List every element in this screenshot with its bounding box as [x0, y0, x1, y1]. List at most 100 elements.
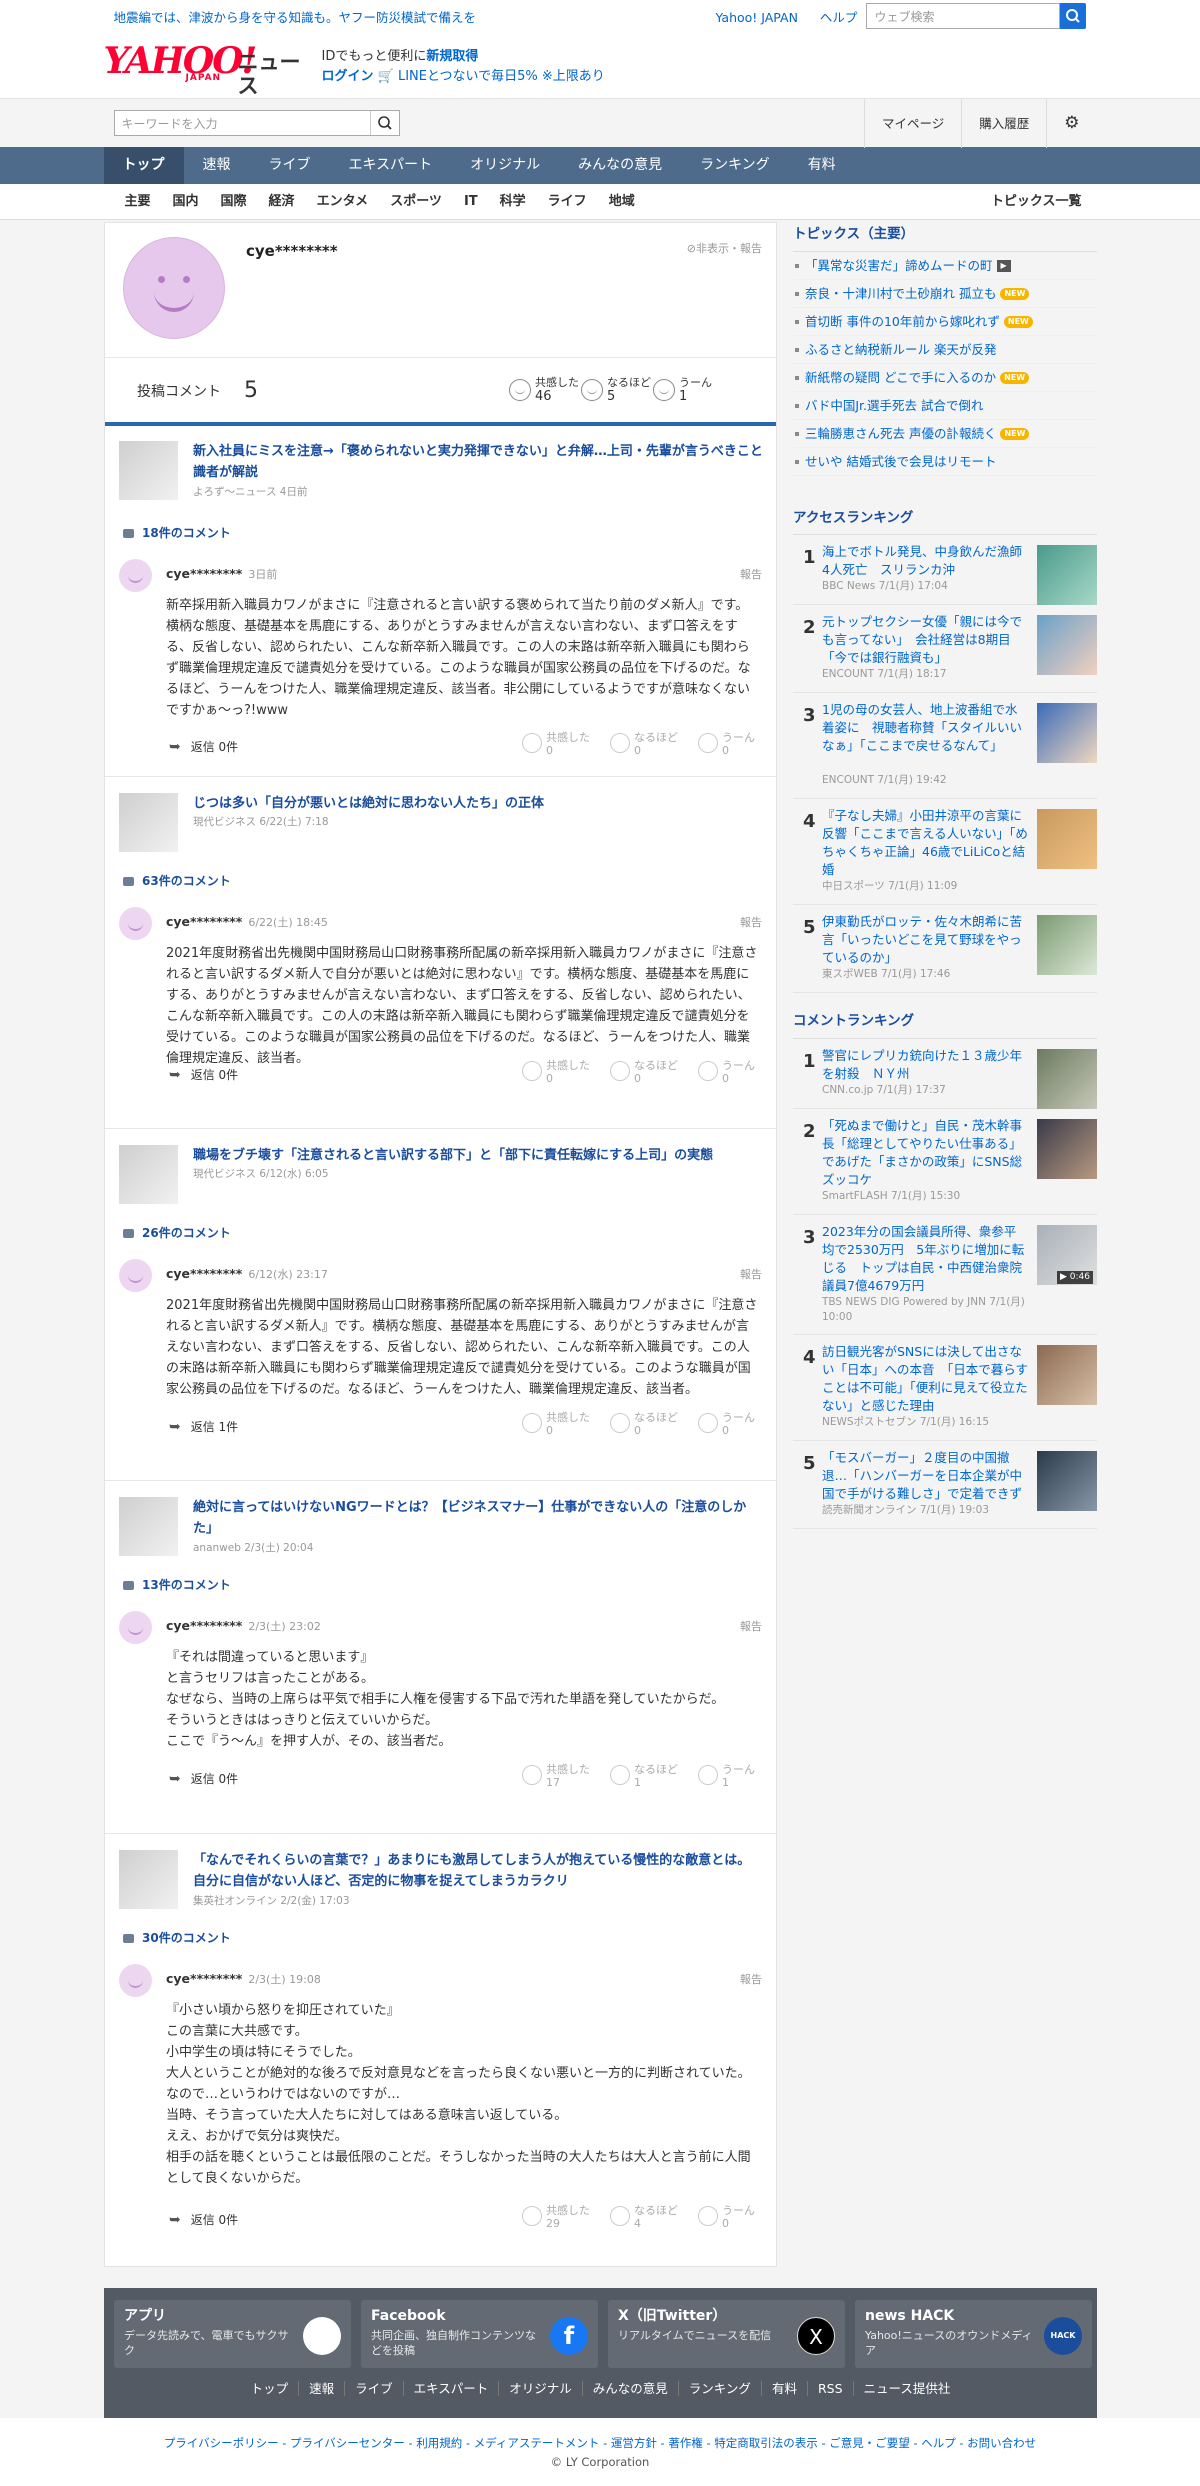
topic-item[interactable]: せいや 結婚式後で会見はリモート — [793, 448, 1097, 476]
comment-user[interactable]: cye******** 2/3(土) 23:02 — [166, 1617, 321, 1635]
uun-button[interactable]: うーん 0 — [698, 1411, 755, 1437]
nav-opinion[interactable]: みんなの意見 — [559, 147, 681, 184]
report-link[interactable]: 報告 — [740, 1267, 762, 1283]
mypage-link[interactable]: マイページ — [863, 99, 961, 148]
comment-user[interactable]: cye******** 6/22(土) 18:45 — [166, 913, 328, 931]
facebook-promo[interactable]: Facebook 共同企画、独自制作コンテンツなどを投稿 f — [361, 2300, 598, 2368]
footer-link[interactable]: ライブ — [344, 2381, 403, 2396]
nav-ranking[interactable]: ランキング — [681, 147, 789, 184]
empathy-button[interactable]: 共感した 0 — [522, 731, 590, 757]
comment-count-link[interactable]: 30件のコメント — [123, 1930, 231, 1947]
ranking-item[interactable]: 2 元トップセクシー女優「親には今でも言ってない」 会社経営は8期目「今では銀行… — [793, 605, 1097, 694]
ranking-item[interactable]: 4 訪日観光客がSNSには決して出さない「日本」への本音 「日本で暮らすことは不… — [793, 1335, 1097, 1441]
uun-button[interactable]: うーん 0 — [698, 731, 755, 757]
newshack-promo[interactable]: news HACK Yahoo!ニュースのオウンドメディア HACK — [855, 2300, 1092, 2368]
nav-live[interactable]: ライブ — [250, 147, 330, 184]
line-promo-link[interactable]: LINEとつないで毎日5% ※上限あり — [398, 69, 605, 84]
article-title-link[interactable]: 新入社員にミスを注意→「褒められないと実力発揮できない」と弁解…上司・先輩が言う… — [193, 441, 776, 483]
cat-entertainment[interactable]: エンタメ — [306, 184, 380, 220]
article-thumbnail[interactable] — [119, 793, 178, 852]
ranking-item[interactable]: 1 警官にレプリカ銃向けた１３歳少年を射殺 ＮＹ州 CNN.co.jp 7/1(… — [793, 1039, 1097, 1109]
x-promo[interactable]: X（旧Twitter） リアルタイムでニュースを配信 X — [608, 2300, 845, 2368]
nav-paid[interactable]: 有料 — [789, 147, 855, 184]
ranking-item[interactable]: 1 海上でボトル発見、中身飲んだ漁師4人死亡 スリランカ沖 BBC News 7… — [793, 535, 1097, 606]
empathy-button[interactable]: 共感した 0 — [522, 1059, 590, 1085]
comment-count-link[interactable]: 18件のコメント — [123, 525, 231, 542]
footer-link[interactable]: ランキング — [677, 2381, 761, 2396]
web-search-input[interactable]: ウェブ検索 — [865, 3, 1060, 29]
nav-original[interactable]: オリジナル — [451, 147, 559, 184]
login-link[interactable]: ログイン — [322, 69, 374, 84]
keyword-search-input[interactable]: キーワードを入力 — [113, 110, 400, 136]
report-link[interactable]: 報告 — [740, 915, 762, 931]
reply-toggle[interactable]: ➥ 返信 0件 — [169, 1065, 238, 1085]
comment-user[interactable]: cye******** 6/12(水) 23:17 — [166, 1265, 328, 1283]
topics-list-link[interactable]: トピックス一覧 — [991, 184, 1082, 220]
comment-count-link[interactable]: 26件のコメント — [123, 1225, 231, 1242]
report-link[interactable]: 報告 — [740, 1972, 762, 1988]
reply-toggle[interactable]: ➥ 返信 1件 — [169, 1417, 238, 1437]
ranking-item[interactable]: 2 「死ぬまで働けと」自民・茂木幹事長「総理としてやりたい仕事ある」であげた「ま… — [793, 1109, 1097, 1215]
purchase-history-link[interactable]: 購入履歴 — [961, 99, 1046, 148]
article-title-link[interactable]: じつは多い「自分が悪いとは絶対に思わない人たち」の正体 — [193, 793, 763, 814]
signup-link[interactable]: 新規取得 — [426, 49, 478, 64]
reply-toggle[interactable]: ➥ 返信 0件 — [169, 737, 238, 757]
topic-item[interactable]: バド中国Jr.選手死去 試合で倒れ — [793, 392, 1097, 420]
report-link[interactable]: 報告 — [740, 1619, 762, 1635]
hide-report-link[interactable]: ⊘非表示・報告 — [687, 241, 762, 257]
ranking-item[interactable]: 5 伊東勤氏がロッテ・佐々木朗希に苦言「いったいどこを見て野球をやっているのか」… — [793, 905, 1097, 994]
report-link[interactable]: 報告 — [740, 567, 762, 583]
nav-top[interactable]: トップ — [103, 147, 184, 184]
naruhodo-button[interactable]: なるほど 0 — [610, 1411, 678, 1437]
empathy-button[interactable]: 共感した 29 — [522, 2204, 590, 2230]
topic-item[interactable]: 「異常な災害だ」諦めムードの町 ▶ — [793, 252, 1097, 280]
footer-link[interactable]: エキスパート — [402, 2381, 499, 2396]
empathy-button[interactable]: 共感した 0 — [522, 1411, 590, 1437]
web-search-button[interactable] — [1059, 3, 1086, 29]
footer-link[interactable]: 速報 — [298, 2381, 345, 2396]
cat-local[interactable]: 地域 — [598, 184, 646, 220]
article-thumbnail[interactable] — [119, 1850, 178, 1909]
yahoo-news-logo[interactable]: YAHOO! JAPAN ニュース — [104, 43, 316, 98]
ranking-item[interactable]: 5 「モスバーガー」２度目の中国撤退…「ハンバーガーを日本企業が中国で手がける難… — [793, 1441, 1097, 1529]
article-title-link[interactable]: 「なんでそれくらいの言葉で？」あまりにも激昂してしまう人が抱えている慢性的な敵意… — [193, 1850, 763, 1892]
app-promo[interactable]: アプリ データ先読みで、電車でもサクサク — [114, 2300, 351, 2368]
naruhodo-button[interactable]: なるほど 0 — [610, 1059, 678, 1085]
comment-count-link[interactable]: 63件のコメント — [123, 873, 231, 890]
nav-expert[interactable]: エキスパート — [330, 147, 452, 184]
ranking-item[interactable]: 3 2023年分の国会議員所得、衆参平均で2530万円 5年ぶりに増加に転じる … — [793, 1215, 1097, 1335]
topic-item[interactable]: 三輪勝恵さん死去 声優の訃報続く NEW — [793, 420, 1097, 448]
comment-user[interactable]: cye******** 3日前 — [166, 565, 277, 583]
article-title-link[interactable]: 職場をブチ壊す「注意されると言い訳する部下」と「部下に責任転嫁にする上司」の実態 — [193, 1145, 763, 1166]
article-title-link[interactable]: 絶対に言ってはいけないNGワードとは？【ビジネスマナー】仕事ができない人の「注意… — [193, 1497, 763, 1539]
comment-user[interactable]: cye******** 2/3(土) 19:08 — [166, 1970, 321, 1988]
uun-button[interactable]: うーん 1 — [698, 1763, 755, 1789]
naruhodo-button[interactable]: なるほど 4 — [610, 2204, 678, 2230]
uun-button[interactable]: うーん 0 — [698, 2204, 755, 2230]
cat-world[interactable]: 国際 — [210, 184, 258, 220]
ranking-item[interactable]: 4 『子なし夫婦』小田井涼平の言葉に反響「ここまで言える人いない」「めちゃくちゃ… — [793, 799, 1097, 906]
topic-item[interactable]: 奈良・十津川村で土砂崩れ 孤立も NEW — [793, 280, 1097, 308]
nav-breaking[interactable]: 速報 — [184, 147, 250, 184]
footer-link[interactable]: ニュース提供社 — [852, 2381, 961, 2396]
ranking-item[interactable]: 3 1児の母の女芸人、地上波番組で水着姿に 視聴者称賛「スタイルいいなぁ」「ここ… — [793, 693, 1097, 800]
uun-button[interactable]: うーん 0 — [698, 1059, 755, 1085]
cat-domestic[interactable]: 国内 — [162, 184, 210, 220]
help-link[interactable]: ヘルプ — [820, 10, 858, 25]
reply-toggle[interactable]: ➥ 返信 0件 — [169, 1769, 238, 1789]
yahoo-japan-link[interactable]: Yahoo! JAPAN — [716, 10, 798, 25]
topic-item[interactable]: ふるさと納税新ルール 楽天が反発 — [793, 336, 1097, 364]
reply-toggle[interactable]: ➥ 返信 0件 — [169, 2210, 238, 2230]
footer-link[interactable]: 有料 — [760, 2381, 807, 2396]
naruhodo-button[interactable]: なるほど 0 — [610, 731, 678, 757]
cat-life[interactable]: ライフ — [537, 184, 598, 220]
cat-it[interactable]: IT — [453, 184, 489, 220]
comment-count-link[interactable]: 13件のコメント — [123, 1577, 231, 1594]
footer-link[interactable]: みんなの意見 — [581, 2381, 678, 2396]
topic-item[interactable]: 新紙幣の疑問 どこで手に入るのか NEW — [793, 364, 1097, 392]
cat-sports[interactable]: スポーツ — [379, 184, 453, 220]
article-thumbnail[interactable] — [119, 1497, 178, 1556]
keyword-search-button[interactable] — [369, 111, 399, 135]
cat-science[interactable]: 科学 — [489, 184, 537, 220]
cat-economy[interactable]: 経済 — [258, 184, 306, 220]
